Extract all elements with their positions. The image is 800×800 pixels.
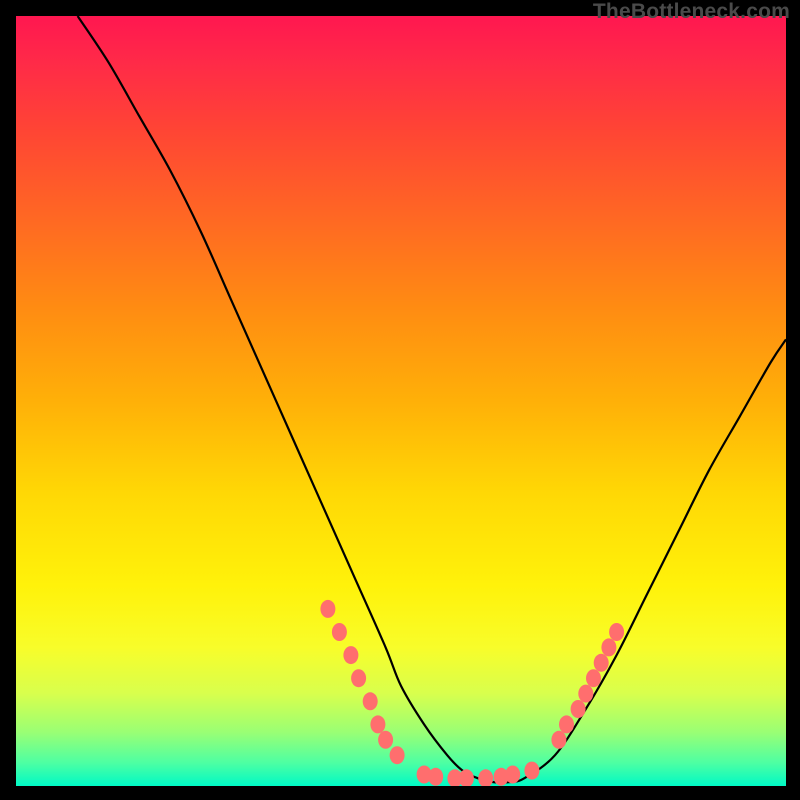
dot-marker xyxy=(363,692,378,710)
chart-container: TheBottleneck.com xyxy=(0,0,800,800)
dot-markers-group xyxy=(320,600,624,786)
dot-marker xyxy=(505,766,520,784)
dot-marker xyxy=(459,769,474,786)
dot-marker xyxy=(378,731,393,749)
dot-marker xyxy=(601,638,616,656)
dot-marker xyxy=(343,646,358,664)
dot-marker xyxy=(586,669,601,687)
dot-marker xyxy=(578,685,593,703)
dot-marker xyxy=(551,731,566,749)
dot-marker xyxy=(524,762,539,780)
dot-marker xyxy=(609,623,624,641)
dot-marker xyxy=(571,700,586,718)
bottleneck-curve xyxy=(78,16,786,783)
dot-marker xyxy=(478,769,493,786)
dot-marker xyxy=(370,715,385,733)
dot-marker xyxy=(351,669,366,687)
dot-marker xyxy=(594,654,609,672)
dot-marker xyxy=(559,715,574,733)
dot-marker xyxy=(332,623,347,641)
plot-area xyxy=(16,16,787,787)
dot-marker xyxy=(320,600,335,618)
chart-svg xyxy=(16,16,786,786)
dot-marker xyxy=(390,746,405,764)
attribution-text: TheBottleneck.com xyxy=(593,0,790,24)
dot-marker xyxy=(428,768,443,786)
